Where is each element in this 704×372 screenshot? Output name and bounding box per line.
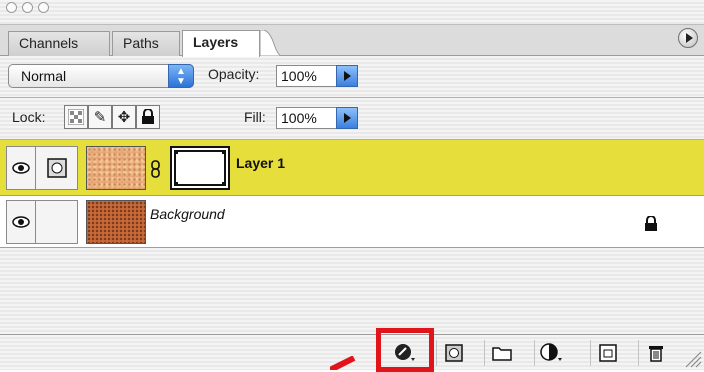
eye-icon [12, 162, 30, 174]
fill-label: Fill: [244, 109, 266, 125]
checkerboard-icon [68, 109, 84, 125]
opacity-label: Opacity: [208, 66, 260, 82]
layer-name: Layer 1 [236, 155, 286, 171]
new-group-icon [491, 347, 512, 361]
blend-mode-value: Normal [21, 68, 67, 84]
delete-layer-button[interactable] [638, 340, 672, 366]
add-mask-icon [444, 344, 463, 362]
chain-link-icon[interactable] [150, 160, 162, 178]
add-mask-button[interactable] [436, 340, 470, 366]
visibility-toggle[interactable] [6, 200, 36, 244]
visibility-toggle[interactable] [6, 146, 36, 190]
eye-icon [12, 216, 30, 228]
tab-curve-icon [260, 30, 282, 57]
new-adjustment-layer-button[interactable] [534, 340, 568, 366]
lock-all-button[interactable] [136, 105, 160, 129]
title-bar [0, 0, 704, 24]
layer-name: Background [150, 206, 225, 222]
layer-thumbnail[interactable] [86, 200, 146, 244]
layer-thumbnail[interactable] [86, 146, 146, 190]
panel-menu-button[interactable] [678, 28, 698, 48]
blend-row: Normal ▲ ▼ Opacity: 100% [0, 56, 704, 98]
mask-thumbnail[interactable] [170, 146, 230, 190]
tab-paths[interactable]: Paths [112, 31, 180, 56]
link-cell[interactable] [36, 200, 78, 244]
mask-indicator[interactable] [36, 146, 78, 190]
layer-row[interactable]: Layer 1 [0, 140, 704, 196]
tab-layers[interactable]: Layers [182, 30, 260, 57]
new-group-button[interactable] [484, 340, 518, 366]
layers-panel: Channels Paths Layers Normal ▲ ▼ Opacity:… [0, 0, 704, 372]
close-window-button[interactable] [6, 2, 17, 13]
mask-border-icon [174, 150, 226, 186]
lock-icon [645, 216, 657, 231]
texture-pattern [87, 147, 145, 189]
tab-channels-label: Channels [19, 35, 79, 51]
lock-label: Lock: [12, 109, 46, 125]
new-layer-button[interactable] [590, 340, 624, 366]
fill-slider-button[interactable] [336, 107, 358, 129]
lock-image-pixels-button[interactable]: ✎ [88, 105, 112, 129]
fill-value: 100% [281, 110, 317, 126]
texture-pattern [87, 201, 145, 243]
tab-channels[interactable]: Channels [8, 31, 110, 56]
layer-mask-icon [46, 158, 67, 178]
new-adjustment-layer-icon [539, 343, 562, 361]
opacity-value: 100% [281, 68, 317, 84]
tab-paths-label: Paths [123, 35, 159, 51]
delete-layer-icon [648, 346, 663, 362]
new-layer-icon [598, 344, 617, 362]
blend-mode-select[interactable]: Normal ▲ ▼ [8, 64, 194, 88]
opacity-slider-button[interactable] [336, 65, 358, 87]
lock-row: Lock: ✎ ✥ Fill: 100% [0, 98, 704, 140]
zoom-window-button[interactable] [38, 2, 49, 13]
minimize-window-button[interactable] [22, 2, 33, 13]
resize-grip-icon[interactable] [682, 348, 702, 368]
lock-icon [142, 109, 154, 124]
lock-transparent-pixels-button[interactable] [64, 105, 88, 129]
move-icon: ✥ [117, 109, 131, 126]
highlight-box [376, 328, 434, 372]
brush-icon: ✎ [93, 109, 107, 126]
layers-empty-area [0, 248, 704, 334]
tab-bar: Channels Paths Layers [0, 24, 704, 57]
tab-layers-label: Layers [193, 34, 239, 50]
lock-position-button[interactable]: ✥ [112, 105, 136, 129]
red-arrow-icon [330, 356, 356, 370]
select-arrows-icon: ▲ ▼ [168, 64, 194, 88]
layer-row[interactable]: Background [0, 196, 704, 248]
